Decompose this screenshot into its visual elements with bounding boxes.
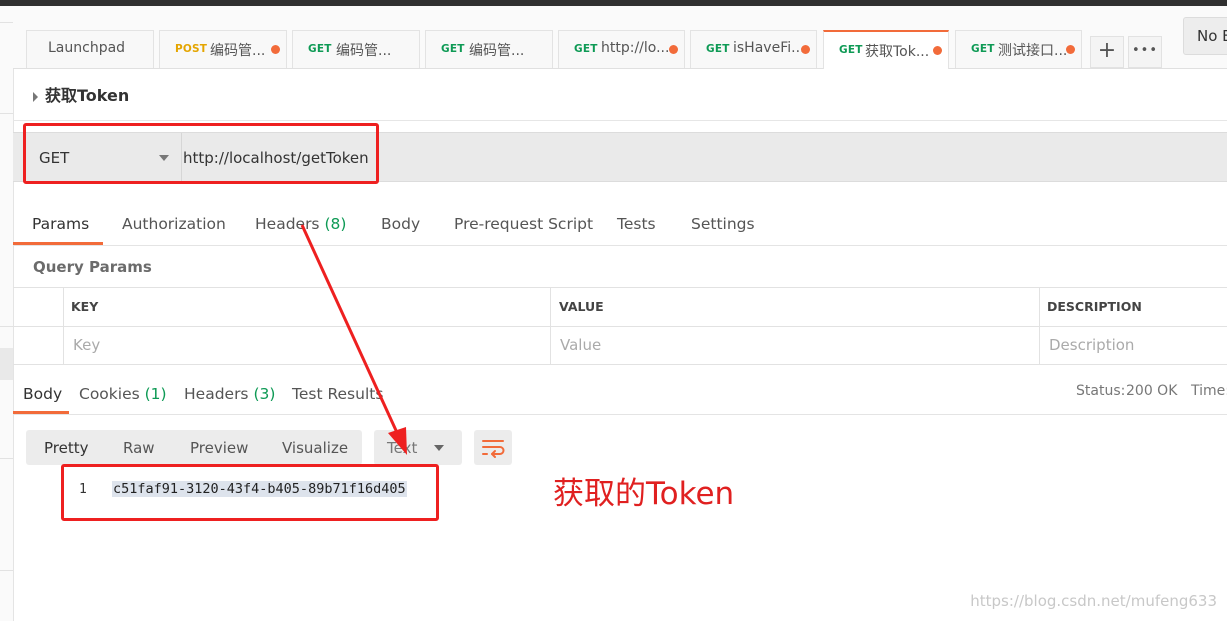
annotation-arrow [300,224,407,455]
watermark: https://blog.csdn.net/mufeng633 [970,592,1217,610]
